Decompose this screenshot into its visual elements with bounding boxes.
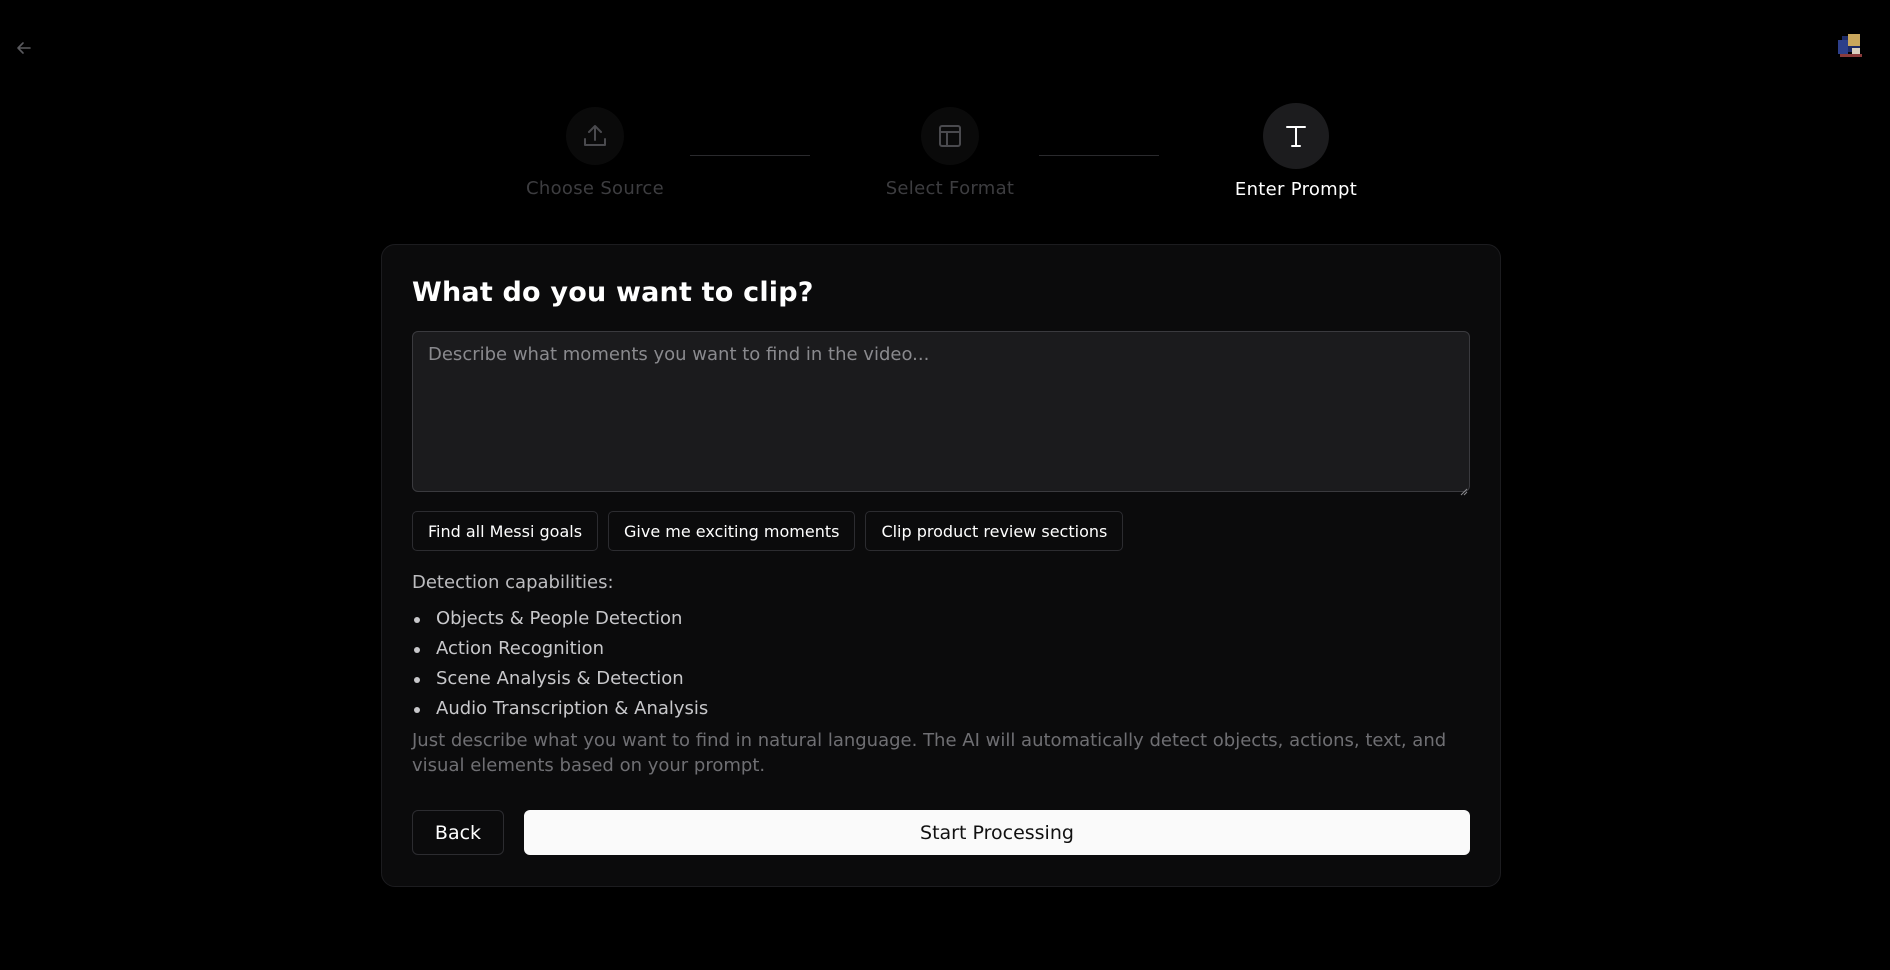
list-item: Objects & People Detection [412, 604, 708, 634]
step-enter-prompt[interactable]: Enter Prompt [1186, 103, 1406, 200]
capabilities-list: Objects & People Detection Action Recogn… [412, 604, 708, 724]
progress-stepper: Choose Source Select Format Enter Prompt [0, 0, 1890, 210]
text-t-icon [1263, 103, 1329, 169]
suggestion-chip[interactable]: Give me exciting moments [608, 511, 856, 551]
prompt-textarea[interactable] [412, 331, 1470, 492]
list-item: Scene Analysis & Detection [412, 664, 708, 694]
start-processing-button[interactable]: Start Processing [524, 810, 1470, 855]
upload-icon [566, 107, 624, 165]
suggestion-chip[interactable]: Find all Messi goals [412, 511, 599, 551]
suggestion-chips: Find all Messi goals Give me exciting mo… [412, 511, 1124, 551]
resize-handle-icon[interactable] [1460, 481, 1468, 496]
suggestion-chip[interactable]: Clip product review sections [865, 511, 1124, 551]
step-connector [690, 155, 810, 156]
prompt-card: What do you want to clip? Find all Messi… [381, 244, 1501, 887]
hint-text: Just describe what you want to find in n… [412, 730, 1447, 776]
layout-icon [921, 107, 979, 165]
list-item: Action Recognition [412, 634, 708, 664]
step-label: Select Format [885, 178, 1015, 199]
capabilities-heading: Detection capabilities: [412, 572, 614, 593]
list-item: Audio Transcription & Analysis [412, 694, 708, 724]
step-select-format[interactable]: Select Format [840, 107, 1060, 199]
step-label: Enter Prompt [1234, 179, 1358, 200]
back-button[interactable]: Back [412, 810, 504, 855]
step-label: Choose Source [526, 178, 664, 199]
card-title: What do you want to clip? [412, 277, 814, 308]
step-choose-source[interactable]: Choose Source [485, 107, 705, 199]
prompt-page: Choose Source Select Format Enter Prompt… [0, 0, 1890, 970]
